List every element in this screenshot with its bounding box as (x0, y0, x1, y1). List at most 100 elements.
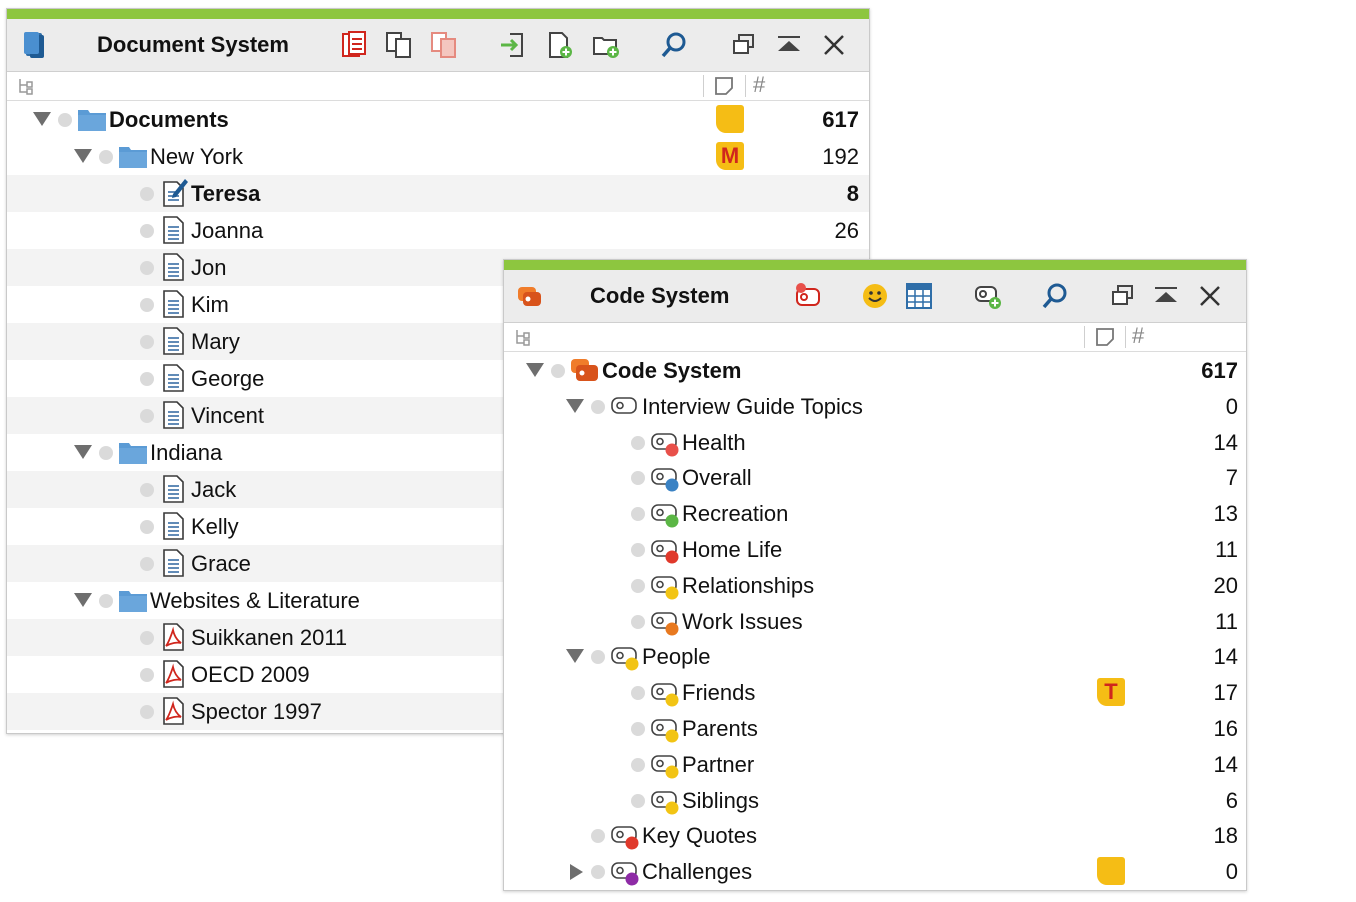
activation-dot[interactable] (631, 471, 645, 486)
coded-segment-count: 14 (1213, 751, 1238, 777)
tree-row-parents[interactable]: Parents 16 (504, 710, 1246, 746)
activation-dot[interactable] (140, 261, 154, 275)
collapse-arrow-icon[interactable] (526, 363, 544, 377)
collapse-arrow-icon[interactable] (33, 112, 51, 126)
memo-icon[interactable]: T (1097, 678, 1125, 707)
emoticode-icon[interactable] (859, 280, 891, 312)
activation-dot[interactable] (591, 829, 605, 844)
activation-dot[interactable] (591, 399, 605, 414)
activation-dot[interactable] (140, 557, 154, 571)
activation-dot[interactable] (99, 594, 113, 608)
tree-row-teresa[interactable]: Teresa 8 (7, 175, 869, 212)
activation-dot[interactable] (140, 335, 154, 349)
activation-dot[interactable] (591, 650, 605, 665)
close-icon[interactable] (818, 29, 850, 61)
code-favorites-icon[interactable] (792, 280, 824, 312)
activation-dot[interactable] (631, 542, 645, 557)
copy-documents-alt-icon[interactable] (428, 29, 460, 61)
activation-dot[interactable] (631, 507, 645, 522)
tree-item-label: Parents (682, 715, 758, 741)
coded-segment-count: 11 (1215, 608, 1238, 634)
search-icon[interactable] (1039, 280, 1071, 312)
collapse-icon[interactable] (773, 29, 805, 61)
memo-column-icon[interactable] (1094, 326, 1116, 348)
new-code-icon[interactable] (972, 280, 1004, 312)
activation-dot[interactable] (631, 435, 645, 450)
column-separator[interactable] (745, 75, 746, 97)
new-document-group-icon[interactable] (590, 29, 622, 61)
tree-row-recreation[interactable]: Recreation 13 (504, 495, 1246, 531)
column-separator[interactable] (1084, 326, 1085, 348)
activation-dot[interactable] (631, 686, 645, 701)
tree-row-documents[interactable]: Documents 617 (7, 101, 869, 138)
undock-icon[interactable] (1107, 280, 1139, 312)
memo-column-icon[interactable] (713, 75, 735, 97)
activation-dot[interactable] (140, 668, 154, 682)
tree-row-interview-guide-topics[interactable]: Interview Guide Topics 0 (504, 388, 1246, 424)
tree-row-people[interactable]: People 14 (504, 638, 1246, 674)
memo-icon[interactable]: M (716, 142, 744, 170)
tree-row-code-system[interactable]: Code System 617 (504, 352, 1246, 388)
activation-dot[interactable] (140, 483, 154, 497)
memo-icon[interactable] (716, 105, 744, 133)
collapse-icon[interactable] (1150, 280, 1182, 312)
import-icon[interactable] (497, 29, 529, 61)
collapse-arrow-icon[interactable] (566, 649, 584, 664)
tree-item-label: Partner (682, 751, 755, 777)
activation-dot[interactable] (140, 372, 154, 386)
column-separator[interactable] (1125, 326, 1126, 348)
activation-dot[interactable] (140, 631, 154, 645)
retrieve-documents-icon[interactable] (338, 29, 370, 61)
collapse-arrow-icon[interactable] (74, 593, 92, 607)
tree-row-partner[interactable]: Partner 14 (504, 746, 1246, 782)
tree-item-label: Teresa (191, 181, 261, 206)
activation-dot[interactable] (140, 520, 154, 534)
collapse-arrow-icon[interactable] (566, 398, 584, 413)
activation-dot[interactable] (551, 364, 565, 378)
activation-dot[interactable] (99, 150, 113, 164)
tree-row-siblings[interactable]: Siblings 6 (504, 782, 1246, 818)
activation-dot[interactable] (99, 446, 113, 460)
code-matrix-icon[interactable] (903, 280, 935, 312)
expand-arrow-icon[interactable] (570, 864, 583, 881)
tree-item-label: Jon (191, 255, 227, 280)
activation-dot[interactable] (591, 865, 605, 880)
activation-dot[interactable] (631, 793, 645, 808)
activation-dot[interactable] (140, 298, 154, 312)
activation-dot[interactable] (58, 113, 72, 127)
collapse-arrow-icon[interactable] (74, 149, 92, 163)
tree-row-challenges[interactable]: Challenges 0 (504, 853, 1246, 889)
tree-row-health[interactable]: Health 14 (504, 424, 1246, 460)
document-icon (159, 363, 189, 393)
tree-row-work-issues[interactable]: Work Issues 11 (504, 603, 1246, 639)
tree-column-icon[interactable] (15, 75, 37, 97)
activation-dot[interactable] (140, 224, 154, 238)
collapse-arrow-icon[interactable] (74, 445, 92, 459)
activation-dot[interactable] (631, 578, 645, 593)
count-column-header[interactable]: # (1132, 323, 1154, 348)
tree-row-joanna[interactable]: Joanna 26 (7, 212, 869, 249)
column-separator[interactable] (703, 75, 704, 97)
memo-icon[interactable] (1097, 857, 1125, 886)
tree-row-key-quotes[interactable]: Key Quotes 18 (504, 817, 1246, 853)
undock-icon[interactable] (728, 29, 760, 61)
close-icon[interactable] (1194, 280, 1226, 312)
document-system-icon (19, 29, 51, 61)
count-column-header[interactable]: # (753, 72, 775, 97)
search-icon[interactable] (658, 29, 690, 61)
activation-dot[interactable] (140, 409, 154, 423)
tree-row-friends[interactable]: Friends T 17 (504, 674, 1246, 710)
activation-dot[interactable] (631, 721, 645, 736)
new-document-icon[interactable] (544, 29, 576, 61)
tree-row-relationships[interactable]: Relationships 20 (504, 567, 1246, 603)
document-icon (159, 548, 189, 578)
copy-documents-icon[interactable] (383, 29, 415, 61)
tree-row-overall[interactable]: Overall 7 (504, 459, 1246, 495)
activation-dot[interactable] (631, 757, 645, 772)
activation-dot[interactable] (631, 614, 645, 629)
activation-dot[interactable] (140, 705, 154, 719)
tree-row-home-life[interactable]: Home Life 11 (504, 531, 1246, 567)
tree-column-icon[interactable] (512, 326, 534, 348)
tree-row-new-york[interactable]: New York M 192 (7, 138, 869, 175)
activation-dot[interactable] (140, 187, 154, 201)
